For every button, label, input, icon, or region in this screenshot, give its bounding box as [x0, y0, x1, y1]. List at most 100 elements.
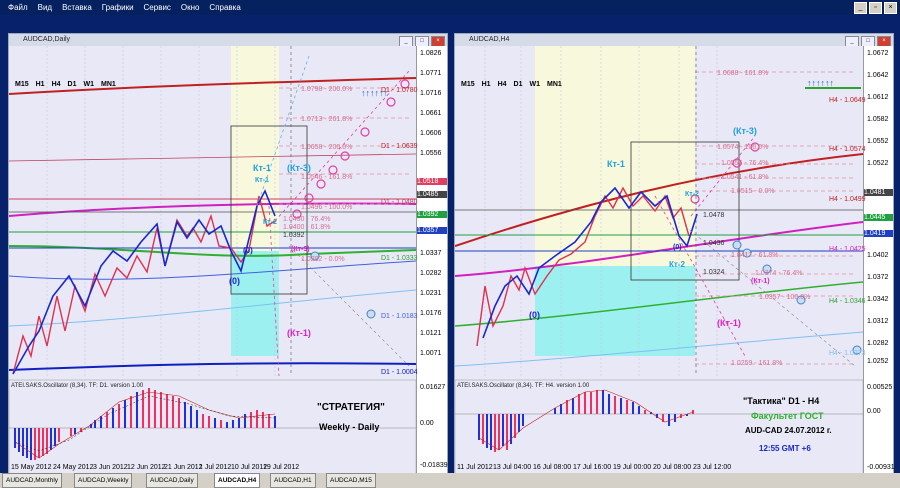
d1-level: D1 - 1.0639 — [381, 143, 418, 150]
wave-label: (Кт-3) — [291, 246, 310, 253]
wave-label: Кт-2 — [263, 219, 277, 226]
tab-h4[interactable]: AUDCAD,H4 — [214, 473, 261, 488]
date-label: 12 Jun 2012 — [127, 464, 166, 471]
fib-label: 1.0430 - 76.4% — [283, 216, 331, 223]
minimize-icon[interactable]: _ — [854, 2, 867, 14]
tab-m15[interactable]: AUDCAD,M15 — [326, 473, 376, 488]
menu-insert[interactable]: Вставка — [62, 0, 92, 15]
price-highlight: 1.0357 — [417, 227, 447, 234]
price-label: 1.0231 — [420, 290, 442, 297]
price-label: 1.0606 — [420, 130, 442, 137]
h4-level: H4 - 1.0273 — [829, 350, 866, 357]
date-label: 15 May 2012 — [11, 464, 52, 471]
menu-view[interactable]: Вид — [38, 0, 52, 15]
osc-scale: 0.01627 — [420, 384, 446, 391]
price-highlight: 1.0485 — [417, 191, 447, 198]
price-highlight: 1.0419 — [864, 230, 893, 237]
fib-label: 1.0374 - 76.4% — [755, 270, 803, 277]
fib-label: 1.0541 - 61.8% — [721, 174, 769, 181]
osc-scale: 0.00 — [420, 420, 434, 427]
price-label: 1.0661 — [420, 110, 442, 117]
close-icon[interactable]: × — [884, 2, 897, 14]
osc-scale: 0.00525 — [867, 384, 893, 391]
strategy-title: "СТРАТЕГИЯ" — [317, 402, 385, 413]
d1-level: D1 - 1.0780 — [381, 87, 418, 94]
tf-h4[interactable]: H4 — [498, 81, 507, 88]
menu-help[interactable]: Справка — [209, 0, 240, 15]
timeframe-bar: M15 H1 H4 D1 W1 MN1 — [15, 81, 123, 88]
chart-tabs: AUDCAD,Monthly AUDCAD,Weekly AUDCAD,Dail… — [0, 473, 900, 488]
restore-icon[interactable]: ▫ — [869, 2, 882, 14]
menu-window[interactable]: Окно — [181, 0, 200, 15]
fib-label: 1.0478 — [703, 212, 725, 219]
mdi-area: AUDCAD,Daily _ □ × ↑↑↑↑↑↑ M15 H1 H4 D1 W… — [0, 16, 900, 475]
tf-mn1[interactable]: MN1 — [547, 81, 562, 88]
tab-weekly[interactable]: AUDCAD,Weekly — [74, 473, 133, 488]
price-label: 1.0556 — [420, 150, 442, 157]
wave-label: Кт-1 — [607, 159, 625, 169]
tf-h1[interactable]: H1 — [36, 81, 45, 88]
tf-w1[interactable]: W1 — [83, 81, 94, 88]
h4-level: H4 - 1.0425 — [829, 246, 866, 253]
menu-tools[interactable]: Сервис — [144, 0, 171, 15]
fib-label: 1.0292 - 0.0% — [301, 256, 345, 263]
fib-label: 1.0259 - 161.8% — [731, 360, 783, 367]
price-label: 1.0312 — [867, 318, 889, 325]
tf-mn1[interactable]: MN1 — [101, 81, 116, 88]
oscillator-title: ATEI.SAKS.Oscillator (8,34). TF: D1. ver… — [11, 383, 144, 389]
wave-label: Кт-1 — [255, 177, 269, 184]
tf-d1[interactable]: D1 — [514, 81, 523, 88]
price-label: 1.0771 — [420, 70, 442, 77]
wave-label: (Кт-1) — [751, 278, 770, 285]
price-label: 1.0716 — [420, 90, 442, 97]
h4-level: H4 - 1.0346 — [829, 298, 866, 305]
menu-file[interactable]: Файл — [8, 0, 28, 15]
date-label: 19 Jul 00:00 — [613, 464, 652, 471]
tactic-title: "Тактика" D1 - H4 — [743, 396, 820, 406]
price-axis: 1.0672 1.0642 1.0612 1.0582 1.0552 1.052… — [863, 46, 895, 474]
wave-label: (Кт-1) — [717, 318, 741, 328]
price-label: 1.0582 — [867, 116, 889, 123]
price-label: 1.0337 — [420, 250, 442, 257]
price-label: 1.0252 — [867, 358, 889, 365]
date-label: 10 Jul 2012 — [231, 464, 268, 471]
date-label: 11 Jul 2012 — [457, 464, 493, 471]
d1-level: D1 - 1.0183 — [381, 313, 418, 320]
fib-label: 1.0515 - 0.0% — [731, 188, 775, 195]
fib-label: 1.0496 - 100.0% — [301, 204, 353, 211]
fib-label: 1.0546 - 161.8% — [301, 174, 353, 181]
tab-monthly[interactable]: AUDCAD,Monthly — [2, 473, 63, 488]
fib-label: 1.0688 - 161.8% — [717, 70, 769, 77]
tf-m15[interactable]: M15 — [461, 81, 475, 88]
tf-d1[interactable]: D1 — [68, 81, 77, 88]
price-label: 1.0522 — [867, 160, 889, 167]
date-label: 3 Jun 2012 — [93, 464, 128, 471]
tf-h1[interactable]: H1 — [482, 81, 491, 88]
price-label: 1.0612 — [867, 94, 889, 101]
faculty-label: Факультет ГОСТ — [751, 411, 824, 421]
menu-charts[interactable]: Графики — [102, 0, 134, 15]
d1-level: D1 - 1.0480 — [381, 199, 418, 206]
time-caption: 12:55 GMT +6 — [759, 444, 811, 453]
h4-level: H4 - 1.0649 — [829, 97, 866, 104]
fib-label: 1.0658 - 200.0% — [301, 144, 353, 151]
timeframe-bar: M15 H1 H4 D1 W1 MN1 — [461, 81, 569, 88]
price-label: 1.0552 — [867, 138, 889, 145]
price-label: 1.0642 — [867, 72, 889, 79]
date-caption: AUD-CAD 24.07.2012 г. — [745, 426, 832, 435]
strategy-subtitle: Weekly - Daily — [319, 422, 380, 432]
tab-daily[interactable]: AUDCAD,Daily — [146, 473, 198, 488]
price-highlight: 1.0445 — [864, 214, 893, 221]
wave-label: (Кт-1) — [287, 328, 311, 338]
app-window-controls: _ ▫ × — [852, 2, 897, 14]
price-chart[interactable]: ↑↑↑↑↑↑ — [455, 46, 863, 474]
osc-scale: -0.00931 — [867, 464, 895, 471]
price-label: 1.0826 — [420, 50, 442, 57]
chart-window-daily: AUDCAD,Daily _ □ × ↑↑↑↑↑↑ M15 H1 H4 D1 W… — [8, 33, 448, 475]
tf-h4[interactable]: H4 — [52, 81, 61, 88]
svg-text:↑↑↑↑↑↑: ↑↑↑↑↑↑ — [807, 78, 834, 88]
fib-label: 1.0324 — [703, 269, 725, 276]
tf-w1[interactable]: W1 — [529, 81, 540, 88]
tf-m15[interactable]: M15 — [15, 81, 29, 88]
tab-h1[interactable]: AUDCAD,H1 — [270, 473, 316, 488]
